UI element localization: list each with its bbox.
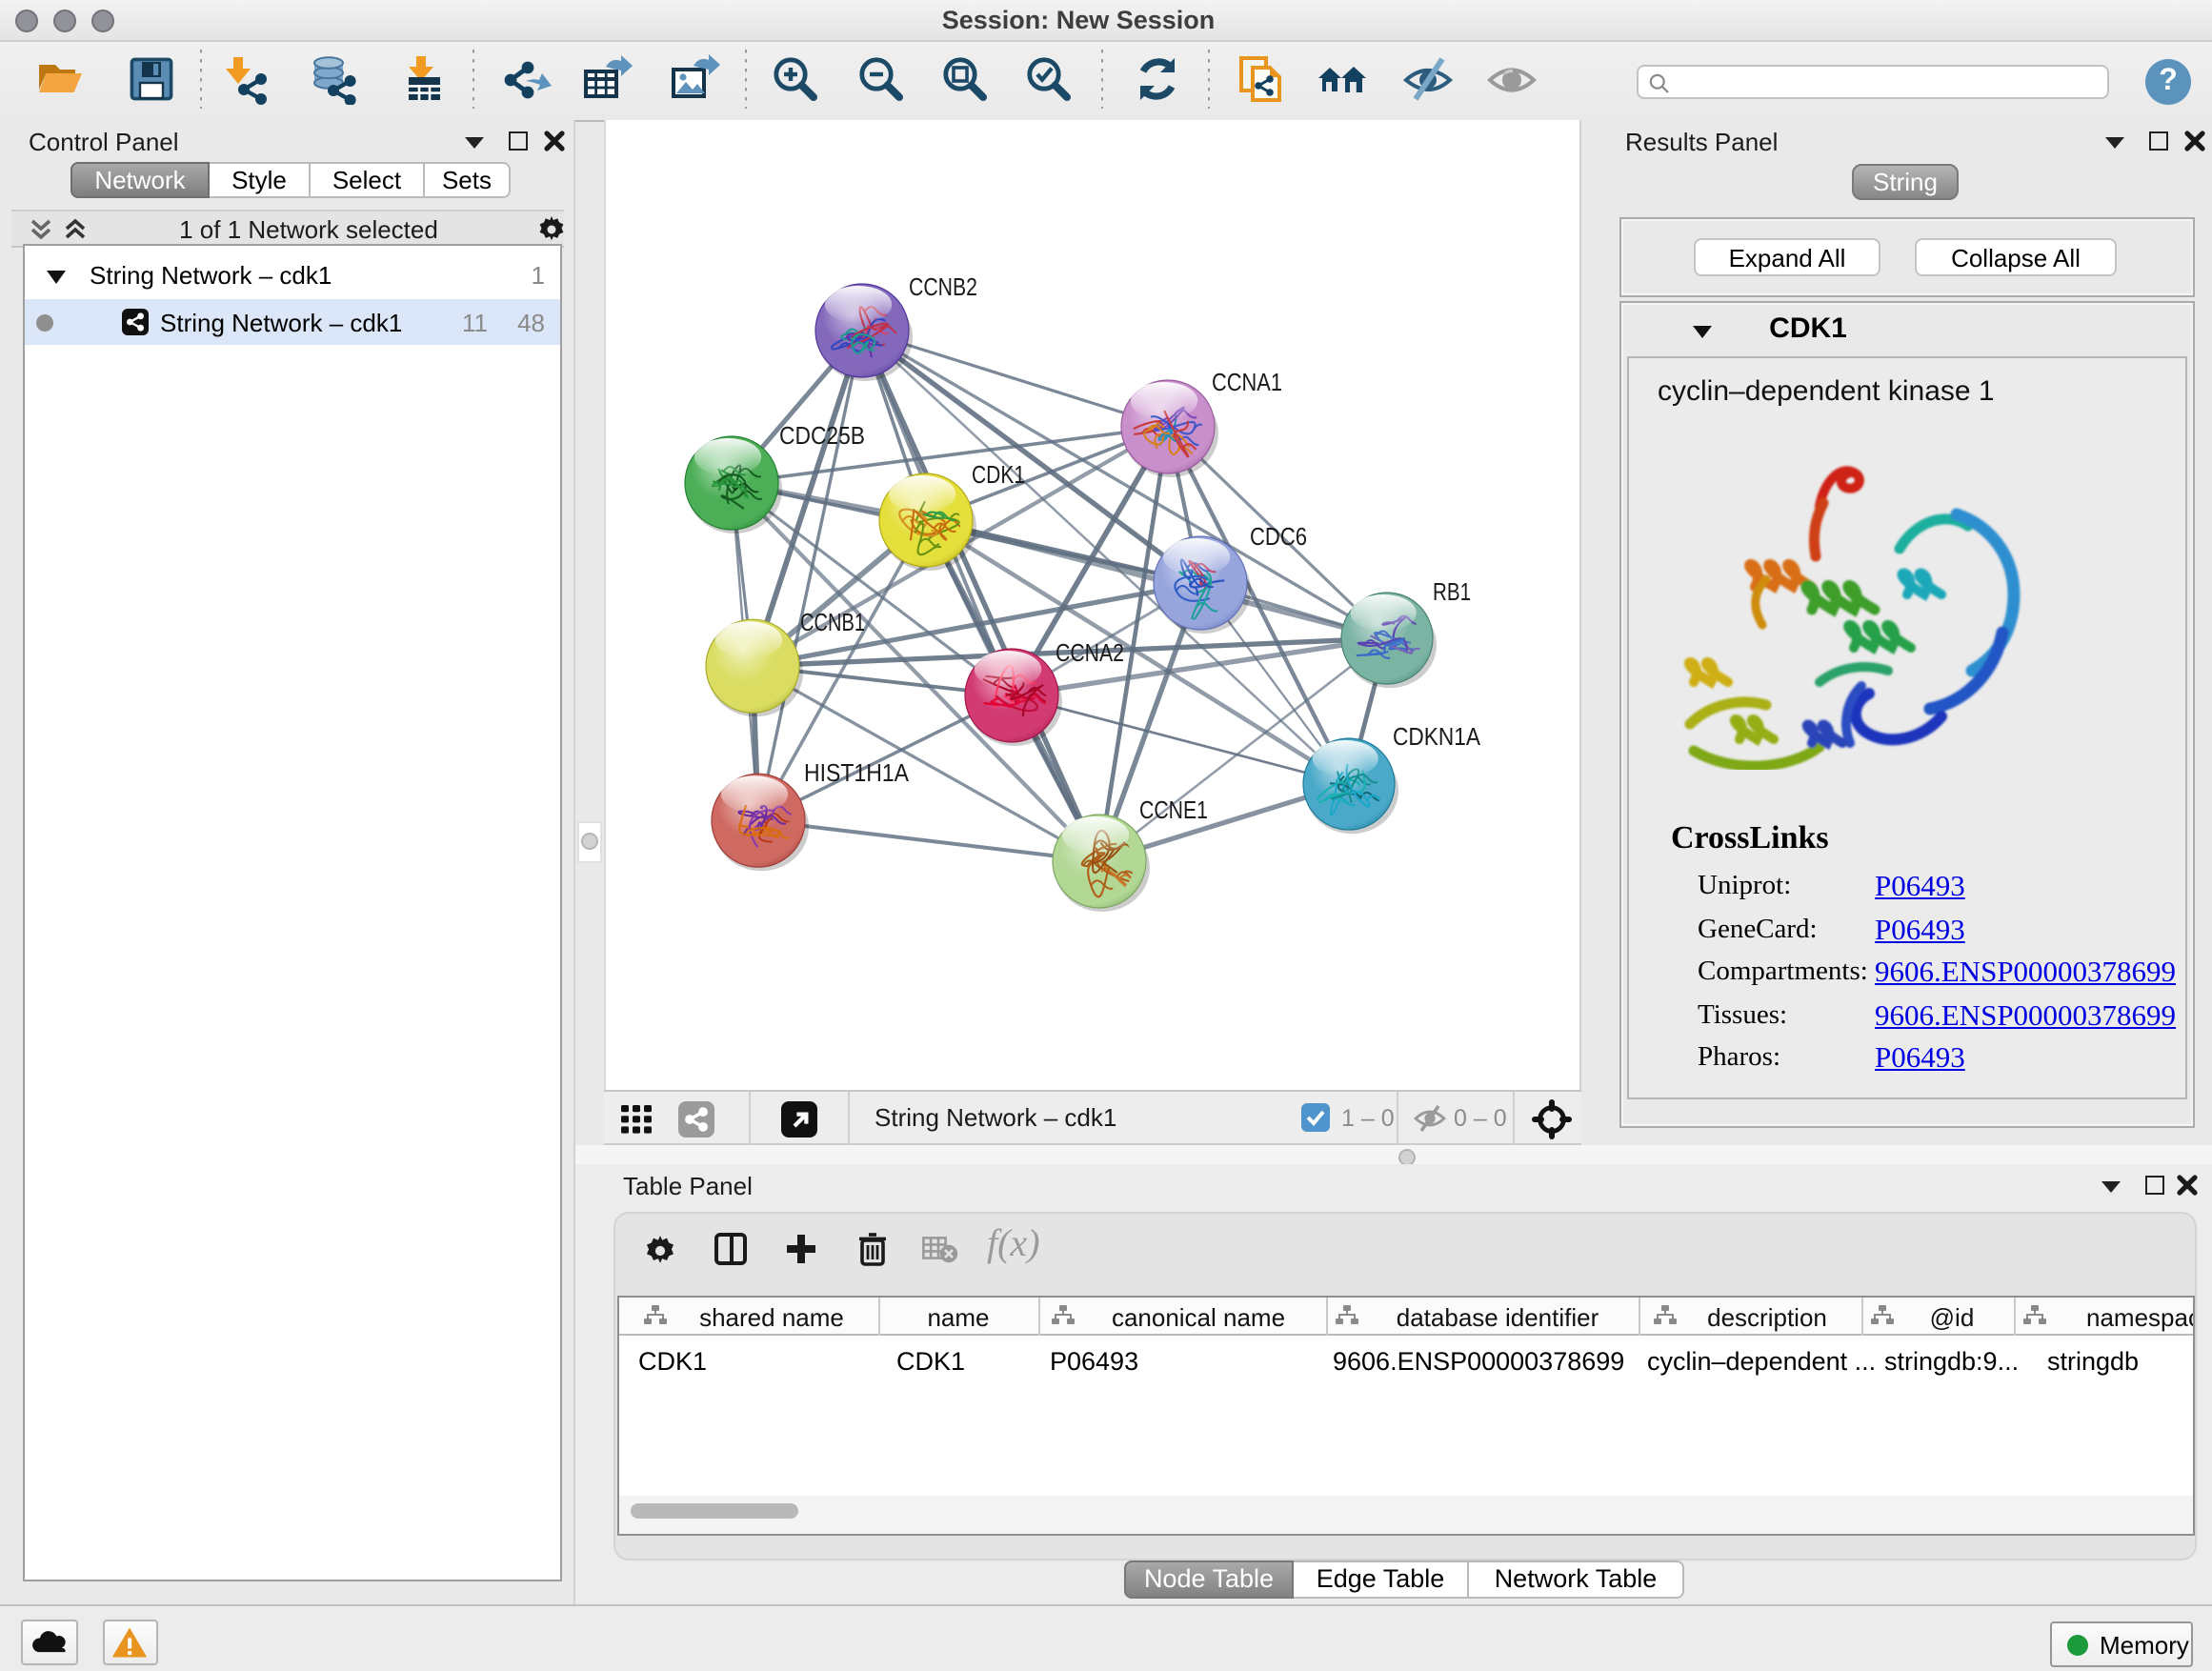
svg-text:HIST1H1A: HIST1H1A — [804, 758, 910, 787]
svg-text:CCNB1: CCNB1 — [800, 608, 865, 636]
svg-text:CCNA1: CCNA1 — [1212, 368, 1282, 396]
svg-text:CCNE1: CCNE1 — [1139, 795, 1208, 824]
svg-text:CDKN1A: CDKN1A — [1393, 722, 1481, 751]
svg-text:CDC6: CDC6 — [1250, 522, 1307, 551]
svg-text:CCNB2: CCNB2 — [909, 272, 977, 301]
svg-text:CDK1: CDK1 — [972, 460, 1025, 489]
svg-text:RB1: RB1 — [1433, 577, 1471, 606]
svg-text:CDC25B: CDC25B — [779, 421, 865, 450]
svg-text:CCNA2: CCNA2 — [1056, 638, 1124, 667]
